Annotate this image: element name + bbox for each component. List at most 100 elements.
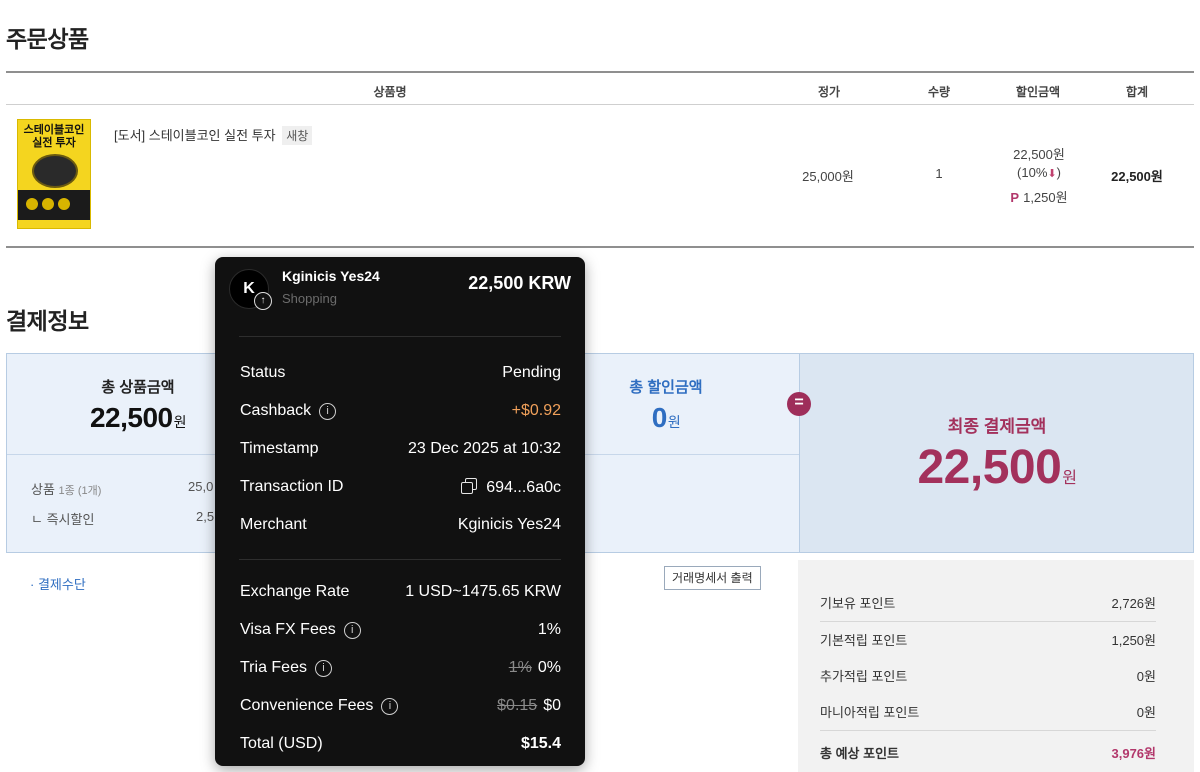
total-products-label: 총 상품금액 bbox=[101, 379, 175, 396]
cashback-label: Cashback i bbox=[240, 402, 337, 420]
list-price-value: 25,000원 bbox=[802, 169, 854, 184]
earned-points: P 1,250원 bbox=[1010, 187, 1067, 206]
total-discount-number: 0 bbox=[651, 402, 668, 433]
tria-fee-row: Tria Fees i 1% 0% bbox=[240, 659, 561, 681]
transaction-id-text: 694...6a0c bbox=[486, 479, 561, 496]
instant-discount-value: 2,5 bbox=[196, 509, 215, 524]
down-arrow-icon: ⬇ bbox=[1047, 168, 1057, 180]
total-products-amount: 22,500원 bbox=[89, 402, 187, 434]
product-count-row: 상품 1종 (1개) bbox=[31, 479, 101, 498]
total-products-number: 22,500 bbox=[89, 402, 173, 433]
col-discount: 할인금액 bbox=[1015, 85, 1061, 99]
convenience-fee-label: Convenience Fees i bbox=[240, 697, 399, 715]
tria-fee-label-text: Tria Fees bbox=[240, 659, 307, 676]
card-merchant-category: Shopping bbox=[282, 291, 337, 306]
quantity-value: 1 bbox=[935, 166, 943, 181]
tria-fee-old: 1% bbox=[508, 659, 532, 676]
points-label: 기본적립 포인트 bbox=[820, 633, 908, 648]
product-count-value: 1종 (1개) bbox=[58, 485, 102, 497]
timestamp-row: Timestamp 23 Dec 2025 at 10:32 bbox=[240, 440, 561, 462]
points-value: 0원 bbox=[1136, 705, 1156, 720]
status-row: Status Pending bbox=[240, 364, 561, 386]
total-usd-label: Total (USD) bbox=[240, 735, 323, 752]
new-window-button[interactable]: 새창 bbox=[282, 126, 313, 145]
exchange-rate-value: 1 USD~1475.65 KRW bbox=[405, 583, 561, 600]
points-total-value: 3,976원 bbox=[1111, 746, 1157, 761]
card-amount: 22,500 KRW bbox=[468, 273, 571, 293]
transaction-detail-card: K ↑ Kginicis Yes24 Shopping 22,500 KRW S… bbox=[215, 257, 585, 766]
merchant-value: Kginicis Yes24 bbox=[457, 516, 561, 533]
final-amount-value: 22,500원 bbox=[917, 440, 1077, 495]
points-label: 추가적립 포인트 bbox=[820, 669, 908, 684]
cashback-label-text: Cashback bbox=[240, 402, 312, 419]
points-panel: 기보유 포인트 2,726원 기본적립 포인트 1,250원 추가적립 포인트 0원 … bbox=[798, 560, 1194, 772]
total-discount-amount: 0원 bbox=[651, 402, 681, 434]
info-icon[interactable]: i bbox=[381, 698, 399, 715]
points-label: 마니아적립 포인트 bbox=[820, 705, 920, 720]
book-cover-image[interactable]: 스테이블코인 실전 투자 bbox=[17, 119, 91, 229]
points-value: 1,250원 bbox=[1111, 633, 1157, 648]
convenience-fee-label-text: Convenience Fees bbox=[240, 697, 374, 714]
earned-points-value: 1,250원 bbox=[1023, 190, 1068, 205]
point-icon: P bbox=[1010, 190, 1020, 205]
convenience-fee-value: $0.15 $0 bbox=[497, 697, 561, 715]
col-list-price: 정가 bbox=[817, 85, 841, 99]
card-divider bbox=[239, 336, 561, 337]
order-table: 상품명 정가 수량 할인금액 합계 스테이블코인 실전 투자 [도서] 스테이블… bbox=[6, 71, 1194, 248]
tria-fee-value: 1% 0% bbox=[509, 659, 561, 677]
info-icon[interactable]: i bbox=[314, 660, 332, 677]
tria-fee-new: 0% bbox=[537, 659, 561, 676]
product-title-link[interactable]: [도서] 스테이블코인 실전 투자 bbox=[114, 128, 276, 143]
discount-percent: (10%⬇) bbox=[1017, 165, 1061, 180]
points-total-row: 총 예상 포인트 3,976원 bbox=[820, 743, 1156, 762]
final-amount-number: 22,500 bbox=[917, 441, 1062, 494]
exchange-rate-row: Exchange Rate 1 USD~1475.65 KRW bbox=[240, 583, 561, 605]
equals-icon: = bbox=[787, 392, 811, 416]
discount-percent-close: ) bbox=[1056, 165, 1061, 180]
order-table-header: 상품명 정가 수량 할인금액 합계 bbox=[6, 73, 1194, 105]
cover-dot bbox=[26, 198, 38, 210]
product-count-label: 상품 bbox=[31, 482, 55, 497]
visa-fx-fee-value: 1% bbox=[537, 621, 561, 638]
info-icon[interactable]: i bbox=[319, 403, 337, 420]
transaction-id-row: Transaction ID 694...6a0c bbox=[240, 478, 561, 500]
col-product-name: 상품명 bbox=[373, 85, 407, 99]
col-total: 합계 bbox=[1125, 85, 1149, 99]
points-divider bbox=[820, 730, 1156, 731]
points-value: 0원 bbox=[1136, 669, 1156, 684]
transaction-id-label: Transaction ID bbox=[240, 478, 344, 495]
visa-fx-fee-label-text: Visa FX Fees bbox=[240, 621, 336, 638]
points-row: 기본적립 포인트 1,250원 bbox=[820, 630, 1156, 649]
discount-price-value: 22,500원 bbox=[1013, 147, 1065, 162]
won-unit: 원 bbox=[1062, 470, 1077, 487]
card-merchant-name: Kginicis Yes24 bbox=[282, 268, 380, 284]
total-discount-label: 총 할인금액 bbox=[629, 379, 703, 396]
points-row: 마니아적립 포인트 0원 bbox=[820, 702, 1156, 721]
cover-dot bbox=[58, 198, 70, 210]
won-unit: 원 bbox=[667, 414, 681, 430]
product-subtotal: 25,0 bbox=[188, 479, 214, 494]
points-divider bbox=[820, 621, 1156, 622]
total-usd-row: Total (USD) $15.4 bbox=[240, 735, 561, 757]
payment-section-title: 결제정보 bbox=[6, 308, 89, 334]
copy-icon[interactable] bbox=[461, 478, 478, 494]
timestamp-label: Timestamp bbox=[240, 440, 319, 457]
product-name: [도서] 스테이블코인 실전 투자 새창 bbox=[114, 125, 313, 145]
payment-summary-box: 총 상품금액 22,500원 총 할인금액 0원 상품 1종 (1개) 25,0… bbox=[6, 353, 1194, 553]
total-usd-value: $15.4 bbox=[520, 735, 561, 752]
status-label: Status bbox=[240, 364, 286, 381]
convenience-fee-new: $0 bbox=[543, 697, 561, 714]
visa-fx-fee-row: Visa FX Fees i 1% bbox=[240, 621, 561, 643]
coin-graphic bbox=[32, 154, 78, 188]
cashback-value: +$0.92 bbox=[511, 402, 561, 419]
arrow-up-icon: ↑ bbox=[254, 292, 272, 310]
print-receipt-button[interactable]: 거래명세서 출력 bbox=[664, 566, 761, 590]
points-label: 기보유 포인트 bbox=[820, 596, 896, 611]
points-row: 추가적립 포인트 0원 bbox=[820, 666, 1156, 685]
info-icon[interactable]: i bbox=[343, 622, 361, 639]
book-cover-title: 스테이블코인 실전 투자 bbox=[23, 124, 85, 149]
transaction-id-value[interactable]: 694...6a0c bbox=[461, 478, 561, 497]
timestamp-value: 23 Dec 2025 at 10:32 bbox=[407, 440, 561, 457]
visa-fx-fee-label: Visa FX Fees i bbox=[240, 621, 361, 639]
cashback-row: Cashback i +$0.92 bbox=[240, 402, 561, 424]
